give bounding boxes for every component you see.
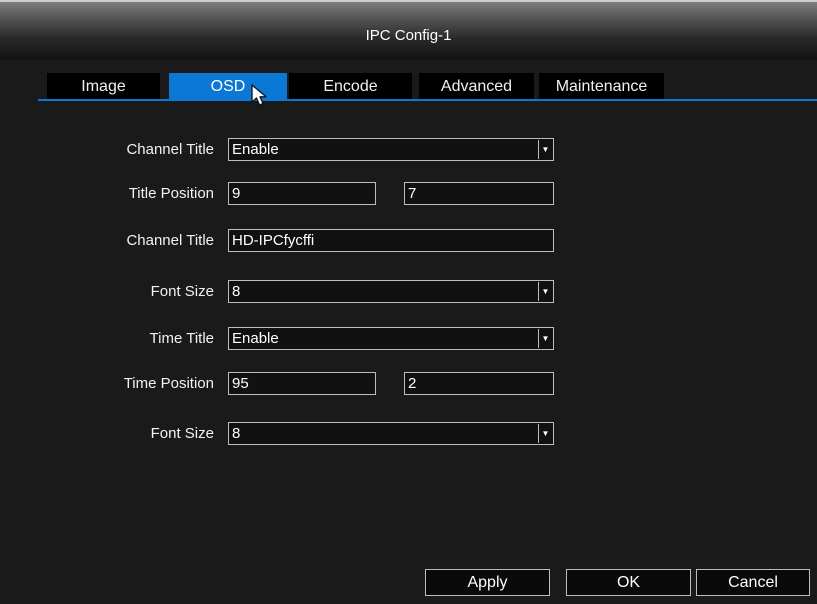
time-position-y-input[interactable]: 2 — [404, 372, 554, 395]
dropdown-arrow-icon[interactable]: ▼ — [538, 329, 552, 348]
tab-image[interactable]: Image — [47, 73, 160, 100]
dropdown-arrow-icon[interactable]: ▼ — [538, 140, 552, 159]
time-title-select[interactable]: Enable ▼ — [228, 327, 554, 350]
title-position-x-input[interactable]: 9 — [228, 182, 376, 205]
title-position-y-input[interactable]: 7 — [404, 182, 554, 205]
title-font-size-select[interactable]: 8 ▼ — [228, 280, 554, 303]
ipc-config-window: IPC Config-1 Image OSD Encode Advanced M… — [0, 0, 817, 604]
time-title-value: Enable — [232, 330, 279, 347]
channel-title-text-label: Channel Title — [126, 232, 214, 249]
tab-underline — [38, 99, 817, 101]
tab-encode[interactable]: Encode — [289, 73, 412, 100]
tab-advanced[interactable]: Advanced — [419, 73, 534, 100]
title-font-size-label: Font Size — [150, 283, 214, 300]
window-title: IPC Config-1 — [365, 27, 452, 44]
channel-title-value: Enable — [232, 141, 279, 158]
title-position-label: Title Position — [128, 185, 214, 202]
time-font-size-label: Font Size — [150, 425, 214, 442]
time-position-x-input[interactable]: 95 — [228, 372, 376, 395]
time-position-label: Time Position — [123, 375, 214, 392]
channel-title-select[interactable]: Enable ▼ — [228, 138, 554, 161]
dropdown-arrow-icon[interactable]: ▼ — [538, 282, 552, 301]
channel-title-text-input[interactable]: HD-IPCfycffi — [228, 229, 554, 252]
dropdown-arrow-icon[interactable]: ▼ — [538, 424, 552, 443]
time-title-label: Time Title — [149, 330, 214, 347]
channel-title-label: Channel Title — [126, 141, 214, 158]
title-bar: IPC Config-1 — [0, 0, 817, 60]
time-font-size-value: 8 — [232, 425, 241, 442]
ok-button[interactable]: OK — [566, 569, 691, 596]
cancel-button[interactable]: Cancel — [696, 569, 810, 596]
mouse-pointer-icon — [251, 84, 267, 106]
tab-maintenance[interactable]: Maintenance — [539, 73, 664, 100]
title-font-size-value: 8 — [232, 283, 241, 300]
apply-button[interactable]: Apply — [425, 569, 550, 596]
time-font-size-select[interactable]: 8 ▼ — [228, 422, 554, 445]
